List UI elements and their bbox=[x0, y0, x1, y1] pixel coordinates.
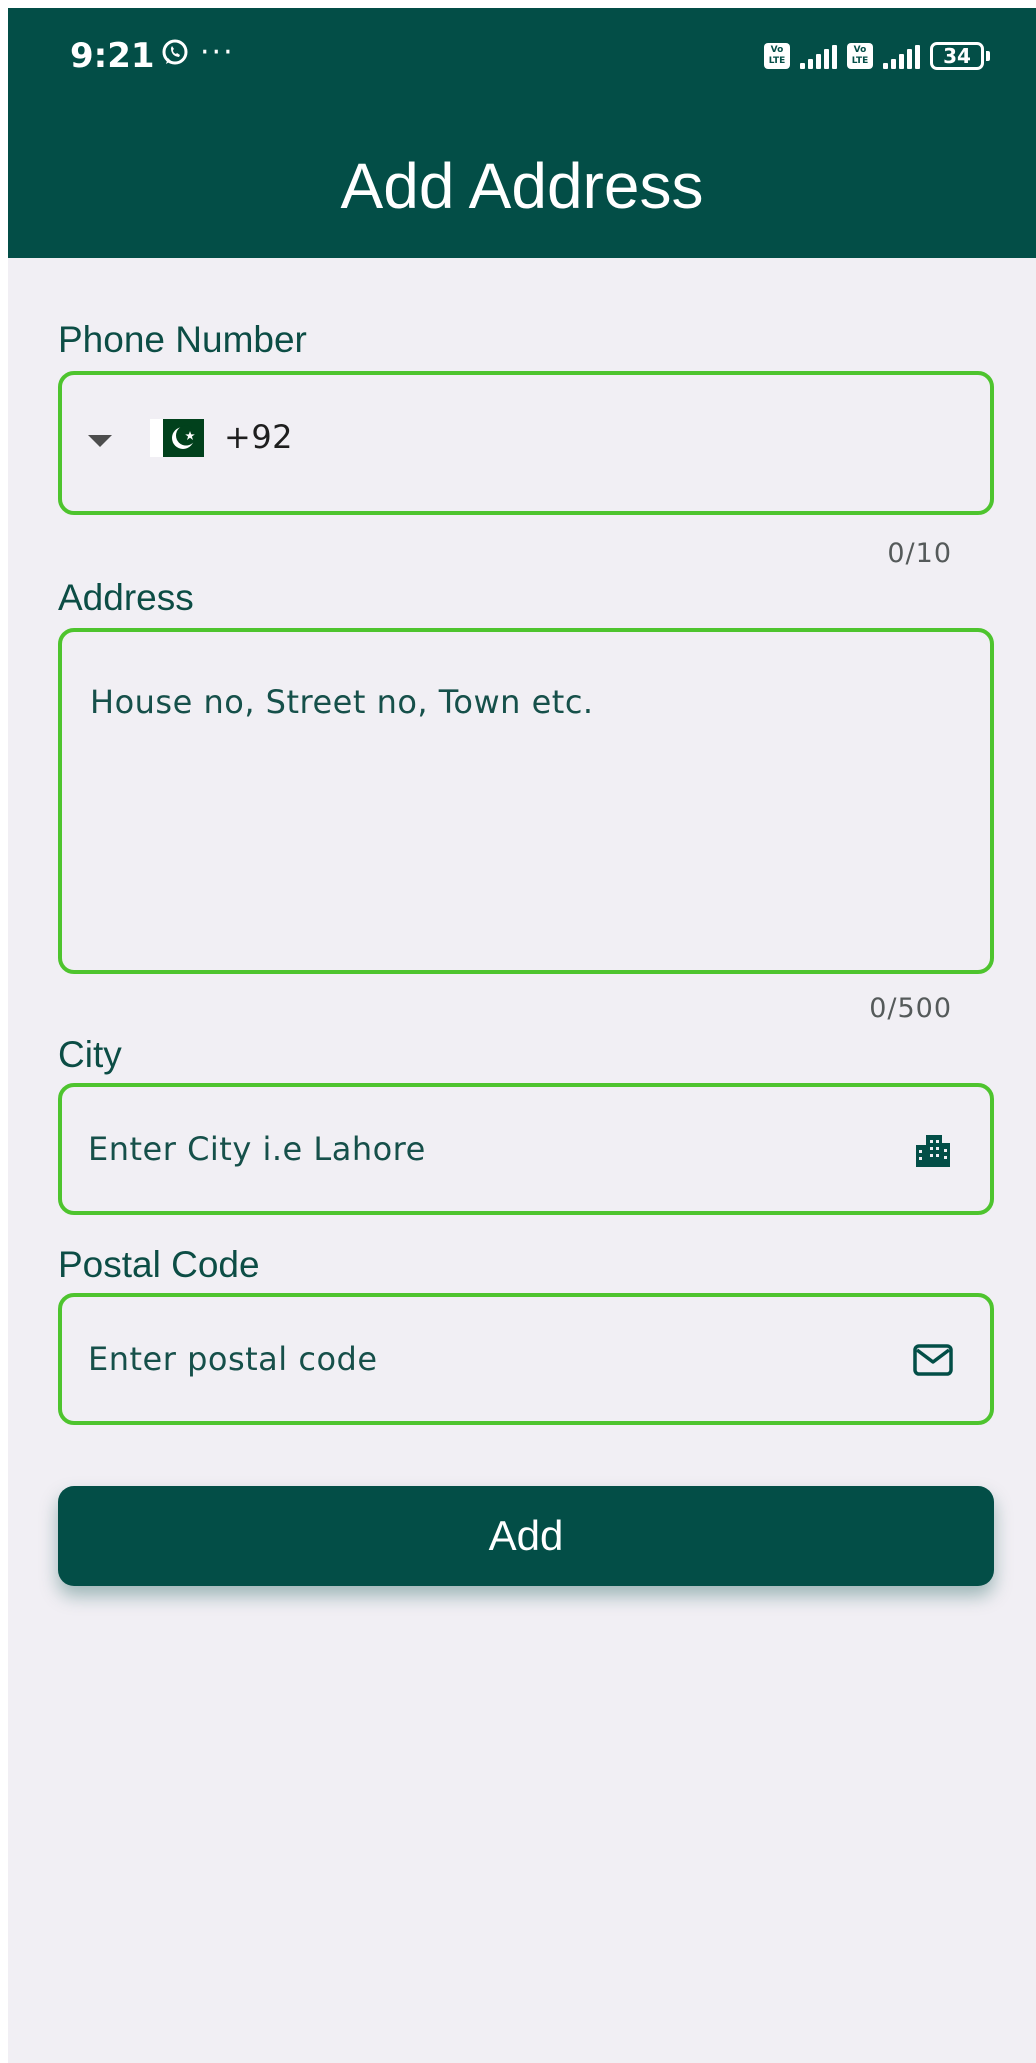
app-bar: 9:21 ··· Vo LTE Vo LTE 34 Add Address bbox=[8, 8, 1036, 258]
postal-code-field[interactable]: Enter postal code bbox=[58, 1293, 994, 1425]
city-placeholder: Enter City i.e Lahore bbox=[88, 1130, 426, 1168]
signal-icon bbox=[800, 43, 837, 69]
status-notifications: ··· bbox=[160, 38, 235, 68]
address-placeholder: House no, Street no, Town etc. bbox=[90, 683, 594, 721]
app-screen: 9:21 ··· Vo LTE Vo LTE 34 Add Address Ph… bbox=[8, 8, 1036, 2063]
city-icon bbox=[916, 1135, 950, 1167]
address-field[interactable]: House no, Street no, Town etc. bbox=[58, 628, 994, 974]
volte-icon: Vo LTE bbox=[764, 43, 790, 69]
add-button[interactable]: Add bbox=[58, 1486, 994, 1586]
status-time: 9:21 bbox=[70, 36, 155, 76]
city-label: City bbox=[58, 1034, 122, 1075]
battery-level: 34 bbox=[930, 42, 984, 70]
status-bar: 9:21 ··· Vo LTE Vo LTE 34 bbox=[8, 8, 1036, 108]
city-field[interactable]: Enter City i.e Lahore bbox=[58, 1083, 994, 1215]
status-system-icons: Vo LTE Vo LTE 34 bbox=[764, 42, 990, 70]
country-dropdown-icon[interactable] bbox=[88, 435, 112, 447]
country-code: +92 bbox=[224, 418, 294, 456]
battery-icon: 34 bbox=[930, 42, 990, 70]
mail-icon bbox=[913, 1344, 953, 1376]
address-label: Address bbox=[58, 577, 194, 618]
postal-code-placeholder: Enter postal code bbox=[88, 1340, 378, 1378]
signal-icon bbox=[883, 43, 920, 69]
phone-char-counter: 0/10 bbox=[887, 538, 952, 569]
address-char-counter: 0/500 bbox=[869, 993, 952, 1024]
whatsapp-icon bbox=[162, 39, 188, 65]
volte-icon: Vo LTE bbox=[847, 43, 873, 69]
page-title: Add Address bbox=[340, 150, 704, 222]
phone-number-field[interactable]: +92 bbox=[58, 371, 994, 515]
pakistan-flag-icon[interactable] bbox=[150, 419, 204, 457]
postal-code-label: Postal Code bbox=[58, 1244, 260, 1285]
more-notifications-icon: ··· bbox=[200, 35, 235, 70]
phone-number-label: Phone Number bbox=[58, 319, 307, 360]
